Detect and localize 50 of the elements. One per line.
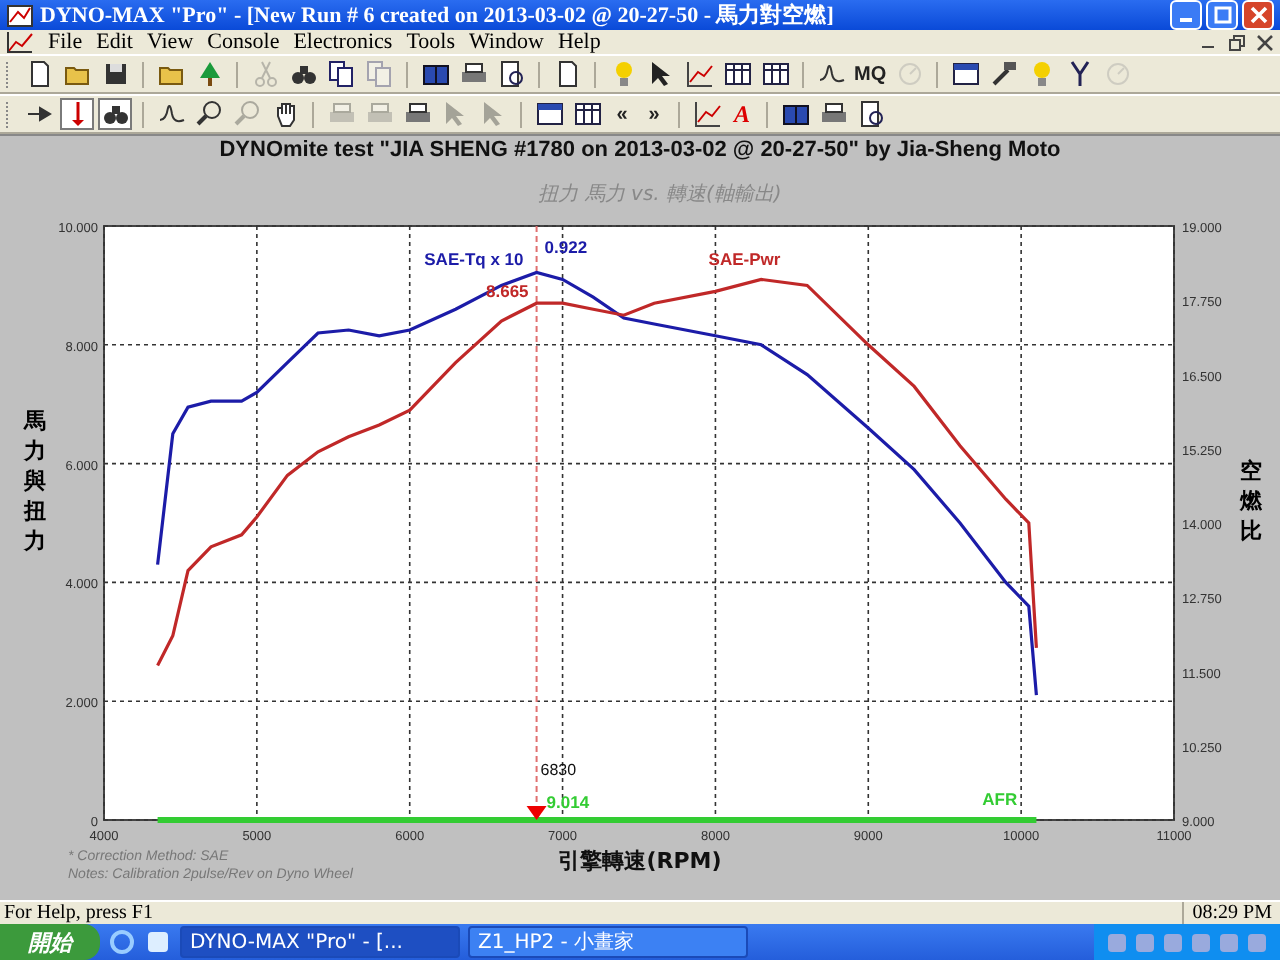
window-icon[interactable] (948, 58, 983, 90)
y-axis-title: 馬力與扭力 (24, 406, 46, 556)
menu-item[interactable]: Console (207, 30, 280, 54)
restore-icon[interactable] (1228, 33, 1246, 51)
table-icon[interactable] (758, 58, 792, 90)
start-button[interactable]: 開始 (0, 924, 100, 960)
chart-icon[interactable] (690, 98, 724, 130)
chart-subtitle: 扭力 馬力 vs. 轉速(軸輸出) (538, 184, 782, 206)
chart-title: DYNOmite test "JIA SHENG #1780 on 2013-03-02 @ 20-27-50" by Jia-Sheng Moto (219, 138, 1061, 162)
taskbar-task[interactable]: Z1_HP2 - 小畫家 (468, 926, 748, 958)
copy-icon[interactable] (324, 58, 358, 90)
series-label: SAE-Tq x 10 (424, 248, 524, 269)
series-label: SAE-Pwr (708, 248, 781, 269)
toolbar-button[interactable]: » (640, 98, 668, 130)
taskbar-task[interactable]: DYNO-MAX "Pro" - [... (180, 926, 460, 958)
cursor-reading: 0.922 (544, 236, 588, 257)
toolbar-button[interactable]: MQ (852, 58, 889, 90)
maximize-icon (1213, 6, 1231, 24)
cursor-reading: 8.665 (486, 281, 529, 302)
window-icon[interactable] (532, 98, 566, 130)
toolbar-button[interactable]: A (728, 98, 756, 130)
window-title: DYNO-MAX "Pro" - [New Run # 6 created on 2013-03-02 @ 20-27-50 - 馬力對空燃] (40, 1, 836, 30)
status-text: For Help, press F1 (2, 902, 155, 924)
app-icon[interactable] (144, 928, 172, 956)
maximize-button[interactable] (1206, 0, 1238, 30)
browser-icon[interactable] (108, 928, 136, 956)
menu-item[interactable]: Help (557, 30, 601, 54)
toolbar-button[interactable]: « (608, 98, 636, 130)
line-chart-icon[interactable] (682, 58, 716, 90)
y2-axis-title: 空燃比 (1240, 456, 1262, 546)
series-label: AFR (982, 789, 1018, 810)
cursor-rpm: 6830 (540, 761, 577, 780)
app-icon (6, 1, 34, 29)
table-icon[interactable] (570, 98, 604, 130)
menu-item[interactable]: File (48, 30, 83, 54)
close-icon[interactable] (1256, 33, 1274, 51)
close-icon (1249, 6, 1267, 24)
minimize-button[interactable] (1170, 0, 1202, 30)
cursor-marker-icon (526, 806, 547, 820)
x-axis-title: 引擎轉速(RPM) (558, 848, 722, 874)
document-icon (6, 30, 34, 54)
menu-item[interactable]: Tools (406, 30, 455, 54)
zoom-icon[interactable] (192, 98, 226, 130)
menu-item[interactable]: View (146, 30, 194, 54)
menu-item[interactable]: Edit (96, 30, 133, 54)
close-button[interactable] (1242, 0, 1274, 30)
table-icon[interactable] (720, 58, 754, 90)
menu-item[interactable]: Window (468, 30, 544, 54)
menu-item[interactable]: Electronics (293, 30, 393, 54)
cursor-reading: 9.014 (546, 792, 590, 813)
